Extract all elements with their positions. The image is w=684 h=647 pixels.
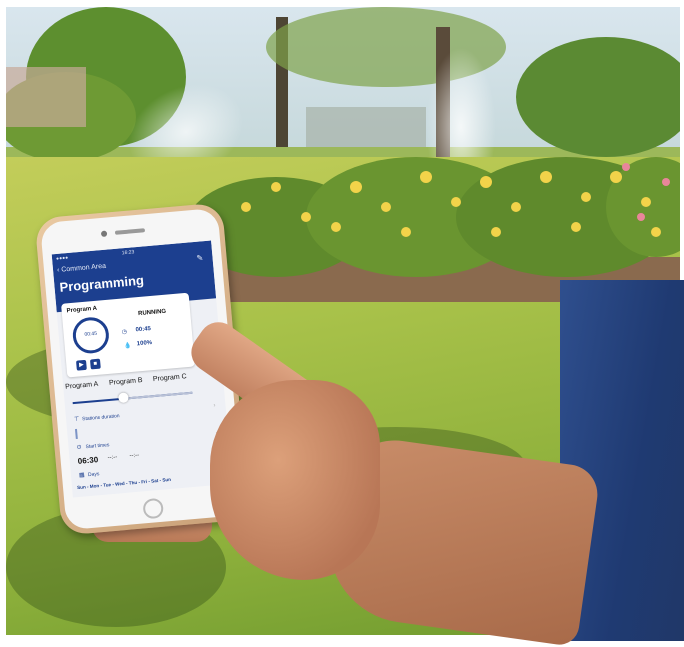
- signal-icon: ●●●●: [55, 255, 69, 263]
- home-button[interactable]: [142, 497, 165, 520]
- program-card: Program A 00:45 RUNNING ◷ 00:45 💧 100% ▶…: [61, 292, 195, 378]
- drop-icon: 💧: [123, 342, 132, 350]
- clock-icon: ◷: [121, 329, 128, 336]
- rose-bushes: [186, 157, 680, 302]
- level-value: 100%: [136, 340, 153, 348]
- stations-duration-label[interactable]: Stations duration: [82, 413, 120, 422]
- play-button[interactable]: ▶: [76, 359, 87, 371]
- start-time-1[interactable]: 06:30: [77, 455, 98, 466]
- days-list[interactable]: Sun - Mon - Tue - Wed - Thu - Fri - Sat …: [77, 477, 171, 490]
- faucet-icon: ⊤: [73, 416, 80, 424]
- page-title: Programming: [58, 272, 145, 295]
- status-time: 16:23: [121, 249, 135, 257]
- slider-track: [124, 391, 193, 400]
- status-badge: RUNNING: [137, 308, 167, 318]
- program-name: Program A: [66, 305, 98, 315]
- calendar-icon: ▦: [78, 472, 85, 479]
- start-time-3[interactable]: --:--: [129, 453, 139, 460]
- duration-bar: [74, 428, 78, 440]
- back-label: Common Area: [61, 262, 107, 274]
- tab-program-a[interactable]: Program A: [65, 381, 99, 391]
- hand: [210, 380, 380, 580]
- tab-program-c[interactable]: Program C: [153, 373, 187, 383]
- chevron-right-icon: ›: [213, 402, 216, 409]
- speaker: [114, 228, 146, 235]
- progress-ring: 00:45: [71, 315, 111, 355]
- days-label[interactable]: Days: [88, 471, 100, 478]
- duration-value: 00:45: [135, 326, 152, 334]
- start-times-label[interactable]: Start times: [85, 442, 109, 450]
- pencil-icon[interactable]: ✎: [196, 253, 203, 263]
- camera-icon: [100, 230, 108, 238]
- chevron-left-icon: ‹: [56, 266, 60, 275]
- start-time-2[interactable]: --:--: [107, 455, 117, 462]
- ring-time: 00:45: [84, 330, 98, 338]
- play-circle-icon: ⊙: [76, 444, 82, 451]
- tab-program-b[interactable]: Program B: [109, 377, 143, 387]
- back-button[interactable]: ‹ Common Area: [57, 263, 106, 274]
- stop-button[interactable]: ■: [89, 358, 101, 370]
- slider-knob[interactable]: [118, 392, 129, 404]
